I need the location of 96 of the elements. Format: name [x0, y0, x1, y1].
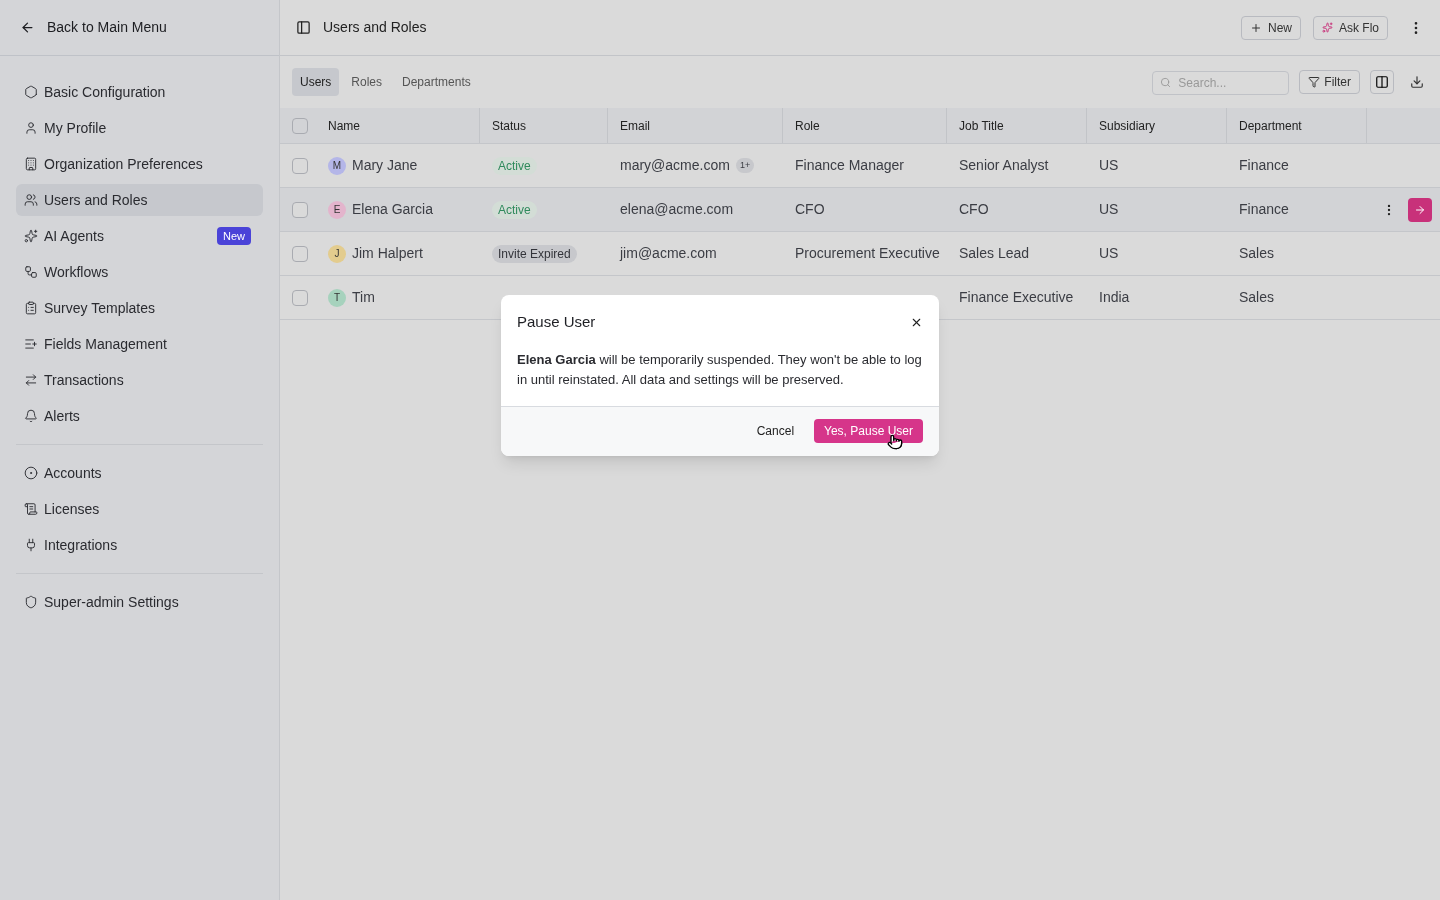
department-text: Sales	[1239, 245, 1275, 261]
sidebar-item[interactable]: Accounts	[16, 457, 263, 489]
clipboard-icon	[24, 301, 38, 315]
back-button[interactable]: Back to Main Menu	[0, 0, 279, 56]
arrow-right-icon	[1414, 203, 1426, 216]
sidebar-item[interactable]: AI Agents New	[16, 220, 263, 252]
new-badge: New	[217, 226, 251, 246]
avatar: M	[328, 156, 346, 175]
ask-button[interactable]: Ask Flo	[1313, 15, 1388, 40]
select-all-checkbox[interactable]	[292, 117, 308, 134]
email-text: mary@acme.com	[620, 156, 730, 175]
tab[interactable]: Departments	[394, 68, 479, 96]
sidebar-item[interactable]: Alerts	[16, 400, 263, 432]
plug-icon	[24, 538, 38, 552]
confirm-button[interactable]: Yes, Pause User	[814, 419, 923, 443]
user-name: Mary Jane	[352, 156, 418, 175]
workflow-icon	[24, 265, 38, 279]
sidebar-item[interactable]: Workflows	[16, 256, 263, 288]
avatar: J	[328, 244, 346, 263]
role-text: Procurement Executive	[795, 245, 940, 261]
plus-icon	[1249, 21, 1262, 34]
tab[interactable]: Users	[292, 68, 340, 96]
row-checkbox[interactable]	[292, 245, 308, 262]
user-name: Elena Garcia	[352, 200, 433, 219]
cancel-button[interactable]: Cancel	[748, 419, 803, 443]
shield-icon	[24, 595, 38, 609]
role-text: CFO	[795, 201, 825, 217]
row-checkbox[interactable]	[292, 157, 308, 174]
page-title: Users and Roles	[323, 18, 428, 37]
people-icon	[24, 193, 38, 207]
avatar: T	[328, 288, 346, 307]
open-row-button[interactable]	[1408, 197, 1432, 222]
user-name: Jim Halpert	[352, 244, 423, 263]
sidebar-item[interactable]: Super-admin Settings	[16, 586, 263, 618]
table-row[interactable]: E Elena Garcia Active elena@acme.com CFO CFO US Finance	[280, 188, 1440, 232]
job-title-text: Finance Executive	[959, 289, 1074, 305]
arrows-icon	[24, 373, 38, 387]
column-header: Role	[795, 117, 820, 135]
sidebar-item[interactable]: Survey Templates	[16, 292, 263, 324]
download-icon[interactable]	[1410, 75, 1424, 89]
tab[interactable]: Roles	[343, 68, 391, 96]
table-row[interactable]: J Jim Halpert Invite Expired jim@acme.com Procurement Executive Sales Lead US Sales	[280, 232, 1440, 276]
subsidiary-text: India	[1099, 289, 1130, 305]
column-header: Name	[328, 117, 360, 135]
role-text: Finance Manager	[795, 157, 904, 173]
sidebar-item[interactable]: Fields Management	[16, 328, 263, 360]
scroll-icon	[24, 502, 38, 516]
subsidiary-text: US	[1099, 201, 1119, 217]
row-checkbox[interactable]	[292, 289, 308, 306]
new-button[interactable]: New	[1240, 15, 1301, 40]
sidebar-item[interactable]: Users and Roles	[16, 184, 263, 216]
dialog-message: Elena Garcia will be temporarily suspended. They won't be able to log in until reinstated. All data and settings will be preserved.	[516, 350, 923, 389]
email-text: elena@acme.com	[620, 200, 734, 219]
sidebar-item[interactable]: Licenses	[16, 493, 263, 525]
hand-cursor-icon	[887, 434, 903, 450]
column-header: Department	[1239, 117, 1302, 135]
building-icon	[24, 157, 38, 171]
sparkles-icon	[24, 229, 38, 243]
list-icon	[24, 337, 38, 351]
search-icon	[1160, 76, 1172, 88]
sidebar-item[interactable]: Basic Configuration	[16, 76, 263, 108]
column-header: Job Title	[959, 117, 1004, 135]
sidebar-item[interactable]: Integrations	[16, 529, 263, 561]
department-text: Finance	[1239, 157, 1289, 173]
person-icon	[24, 121, 38, 135]
columns-icon	[1375, 75, 1389, 89]
department-text: Sales	[1239, 289, 1275, 305]
row-checkbox[interactable]	[292, 201, 308, 218]
hexagon-icon	[24, 85, 38, 99]
job-title-text: Sales Lead	[959, 245, 1030, 261]
sparkle-icon	[1322, 22, 1333, 33]
columns-button[interactable]	[1370, 70, 1394, 94]
search-field[interactable]: Search...	[1152, 70, 1290, 95]
job-title-text: Senior Analyst	[959, 157, 1049, 173]
status-badge: Invite Expired	[492, 245, 577, 263]
status-badge: Active	[492, 201, 537, 219]
sidebar-item[interactable]: Transactions	[16, 364, 263, 396]
job-title-text: CFO	[959, 201, 989, 217]
column-header: Status	[492, 117, 527, 135]
panel-toggle-icon[interactable]	[296, 20, 311, 35]
bell-icon	[24, 409, 38, 423]
column-header: Email	[620, 117, 650, 135]
circle-icon	[24, 466, 38, 480]
column-header: Subsidiary	[1099, 117, 1156, 135]
user-name: Tim	[352, 288, 375, 307]
department-text: Finance	[1239, 201, 1289, 217]
status-badge: Active	[492, 157, 537, 175]
filter-button[interactable]: Filter	[1299, 70, 1360, 94]
count-badge: 1+	[735, 157, 755, 174]
subsidiary-text: US	[1099, 157, 1119, 173]
filter-icon	[1308, 76, 1321, 88]
avatar: E	[328, 200, 346, 219]
sidebar-item[interactable]: My Profile	[16, 112, 263, 144]
email-text: jim@acme.com	[620, 244, 717, 263]
sidebar-item[interactable]: Organization Preferences	[16, 148, 263, 180]
subsidiary-text: US	[1099, 245, 1119, 261]
